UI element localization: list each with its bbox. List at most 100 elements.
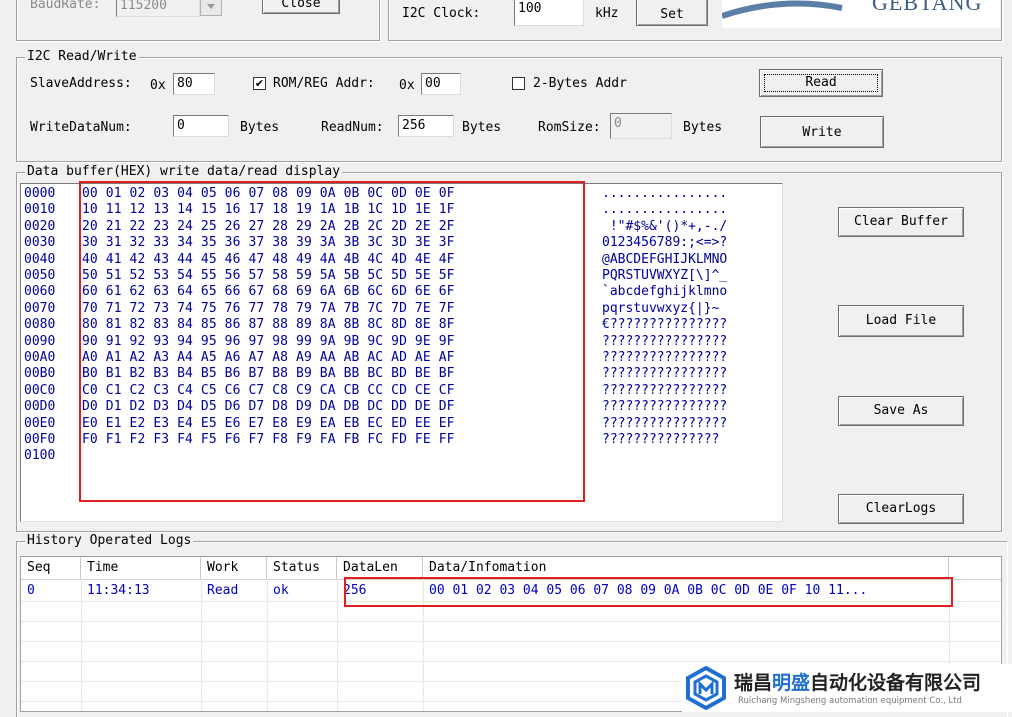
hex-row-address: 00E0 <box>24 415 56 431</box>
i2c-clock-input[interactable]: 100 <box>514 0 584 26</box>
company-name-highlight: 明盛 <box>772 672 811 694</box>
cell-time: 11:34:13 <box>87 583 150 598</box>
hex-row-ascii: pqrstuvwxyz{|}~ <box>602 300 720 316</box>
company-logo: 瑞昌明盛自动化设备有限公司 Ruichang Mingsheng automat… <box>682 664 1012 712</box>
read-button[interactable]: Read <box>759 69 883 97</box>
hex-row-bytes: A0 A1 A2 A3 A4 A5 A6 A7 A8 A9 AA AB AC A… <box>82 350 455 365</box>
hex-row-ascii: `abcdefghijklmno <box>602 284 728 300</box>
rw-group-title: I2C Read/Write <box>25 49 139 65</box>
grid-line <box>21 661 1001 662</box>
company-name-prefix: 瑞昌 <box>734 672 773 694</box>
romreg-checkbox[interactable]: ✔ <box>253 77 266 90</box>
buffer-group-title: Data buffer(HEX) write data/read display <box>25 164 343 180</box>
slave-address-label: SlaveAddress: <box>30 76 132 91</box>
cell-seq: 0 <box>27 583 35 598</box>
i2c-clock-label: I2C Clock: <box>402 6 481 21</box>
hex-row-bytes: B0 B1 B2 B3 B4 B5 B6 B7 B8 B9 BA BB BC B… <box>82 366 455 382</box>
hex-row-address: 0000 <box>24 186 56 201</box>
hex-row-address: 0010 <box>24 202 56 218</box>
grid-line <box>21 641 1001 642</box>
hex-row-ascii: !"#$%&'()*+,-./ <box>602 218 728 234</box>
romsize-input[interactable]: 0 <box>610 113 672 139</box>
hex-row-ascii: ??????????????? <box>602 432 720 447</box>
read-num-label: ReadNum: <box>321 120 384 135</box>
hex-row-ascii: ???????????????? <box>602 333 728 349</box>
cell-status: ok <box>273 583 289 598</box>
hex-row-bytes: 60 61 62 63 64 65 66 67 68 69 6A 6B 6C 6… <box>82 284 455 300</box>
khz-unit: kHz <box>595 6 619 21</box>
write-data-num-label: WriteDataNum: <box>30 120 132 135</box>
write-button[interactable]: Write <box>760 116 884 148</box>
hex-row-address: 00C0 <box>24 382 56 398</box>
hex-row-address: 00F0 <box>24 432 56 447</box>
col-seq[interactable]: Seq <box>21 557 81 579</box>
hex-row-address: 0020 <box>24 218 56 234</box>
grid-line <box>21 621 1001 622</box>
col-status[interactable]: Status <box>267 557 337 579</box>
hex-row-address: 00A0 <box>24 350 56 365</box>
col-time[interactable]: Time <box>81 557 201 579</box>
two-bytes-label: 2-Bytes Addr <box>533 76 627 91</box>
close-port-button[interactable]: Close <box>262 0 340 14</box>
hex-row-bytes: 30 31 32 33 34 35 36 37 38 39 3A 3B 3C 3… <box>82 235 455 251</box>
hex-row-address: 0050 <box>24 268 56 283</box>
col-work[interactable]: Work <box>201 557 267 579</box>
hex-row-ascii: ???????????????? <box>602 399 728 415</box>
hex-row-bytes: D0 D1 D2 D3 D4 D5 D6 D7 D8 D9 DA DB DC D… <box>82 399 455 415</box>
save-as-button[interactable]: Save As <box>838 396 964 426</box>
hex-row-ascii: ???????????????? <box>602 382 728 398</box>
hex-row-ascii: ................ <box>602 202 728 218</box>
two-bytes-checkbox[interactable] <box>512 77 525 90</box>
read-bytes-unit: Bytes <box>462 120 502 135</box>
company-name-suffix: 自动化设备有限公司 <box>810 672 982 694</box>
hex-row-address: 0080 <box>24 317 56 333</box>
col-datalen[interactable]: DataLen <box>337 557 423 579</box>
hex-row-ascii: ???????????????? <box>602 350 728 365</box>
slave-address-input[interactable]: 80 <box>173 73 215 95</box>
hex-row-ascii: @ABCDEFGHIJKLMNO <box>602 251 728 267</box>
company-subtitle: Ruichang Mingsheng automation equipment … <box>738 696 962 706</box>
hex-row-bytes: E0 E1 E2 E3 E4 E5 E6 E7 E8 E9 EA EB EC E… <box>82 415 455 431</box>
hex-row-ascii: PQRSTUVWXYZ[\]^_ <box>602 268 728 283</box>
hex-row-bytes: 00 01 02 03 04 05 06 07 08 09 0A 0B 0C 0… <box>82 186 455 201</box>
baud-dropdown-arrow-icon[interactable] <box>200 0 222 16</box>
hex-row-bytes: 80 81 82 83 84 85 86 87 88 89 8A 8B 8C 8… <box>82 317 455 333</box>
hex-row-bytes: C0 C1 C2 C3 C4 C5 C6 C7 C8 C9 CA CB CC C… <box>82 382 455 398</box>
romreg-input[interactable]: 00 <box>421 73 461 95</box>
hex-display[interactable]: 0000 00 01 02 03 04 05 06 07 08 09 0A 0B … <box>20 183 783 522</box>
hex-row-bytes: F0 F1 F2 F3 F4 F5 F6 F7 F8 F9 FA FB FC F… <box>82 432 455 447</box>
hex-row-bytes: 40 41 42 43 44 45 46 47 48 49 4A 4B 4C 4… <box>82 251 455 267</box>
hex-row-ascii: ???????????????? <box>602 366 728 382</box>
hex-row-address: 00D0 <box>24 399 56 415</box>
romreg-prefix: 0x <box>399 78 415 93</box>
clear-logs-button[interactable]: ClearLogs <box>838 494 964 524</box>
read-num-input[interactable]: 256 <box>398 115 454 137</box>
cell-work: Read <box>207 583 239 598</box>
hex-row-bytes: 70 71 72 73 74 75 76 77 78 79 7A 7B 7C 7… <box>82 300 455 316</box>
write-bytes-unit: Bytes <box>240 120 280 135</box>
baud-select[interactable]: 115200 <box>116 0 200 17</box>
company-name: 瑞昌明盛自动化设备有限公司 <box>734 668 981 695</box>
brand-logo-top: GEBTANG <box>722 0 1000 28</box>
logs-header: Seq Time Work Status DataLen Data/Infoma… <box>21 557 1001 580</box>
romsize-bytes-unit: Bytes <box>683 120 723 135</box>
logs-group-title: History Operated Logs <box>25 533 194 549</box>
load-file-button[interactable]: Load File <box>838 305 964 337</box>
hex-row-ascii: ???????????????? <box>602 415 728 431</box>
hex-row-address: 0030 <box>24 235 56 251</box>
hex-row-address: 0090 <box>24 333 56 349</box>
set-clock-button[interactable]: Set <box>636 0 708 26</box>
hex-row-bytes: 50 51 52 53 54 55 56 57 58 59 5A 5B 5C 5… <box>82 268 455 283</box>
write-data-num-input[interactable]: 0 <box>173 115 229 137</box>
romsize-label: RomSize: <box>538 120 601 135</box>
hex-row-address: 0060 <box>24 284 56 300</box>
brand-top-text: GEBTANG <box>872 0 983 15</box>
hex-row-address: 0040 <box>24 251 56 267</box>
slave-prefix: 0x <box>150 78 166 93</box>
col-data[interactable]: Data/Infomation <box>423 557 949 579</box>
grid-line <box>21 601 1001 602</box>
hex-row-ascii: €??????????????? <box>602 317 728 333</box>
clear-buffer-button[interactable]: Clear Buffer <box>838 207 964 237</box>
cell-datalen: 256 <box>343 583 367 598</box>
baud-label: BaudRate: <box>30 0 101 12</box>
